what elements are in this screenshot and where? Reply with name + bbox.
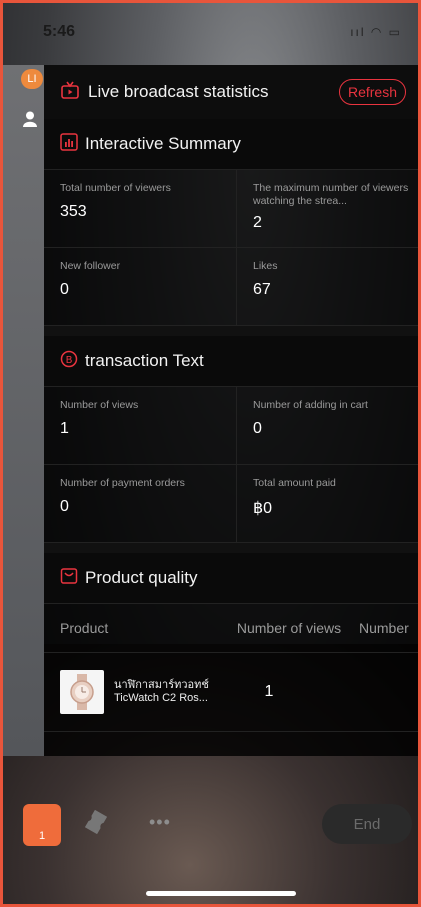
stat-label: Total amount paid: [253, 477, 336, 489]
bottom-toolbar: 1 ••• End: [3, 794, 418, 856]
stat-label: New follower: [60, 260, 121, 272]
shopping-bag-icon: [60, 567, 78, 590]
coupon-icon[interactable]: [84, 809, 108, 835]
stat-label: Number of payment orders: [60, 477, 185, 489]
stat-label: The maximum number of viewers watching t…: [253, 182, 409, 207]
section-divider: [44, 543, 418, 553]
stat-label: Total number of viewers: [60, 182, 171, 194]
end-button[interactable]: End: [322, 804, 412, 844]
product-name-line1: นาฬิกาสมาร์ทวอทช์: [114, 679, 209, 691]
left-background-strip: [3, 65, 44, 756]
baht-coin-icon: B: [60, 350, 78, 373]
interactive-summary-header: Interactive Summary: [44, 119, 418, 170]
stat-value: 0: [253, 420, 262, 437]
status-time: 5:46: [43, 23, 76, 40]
stat-value: 67: [253, 281, 271, 298]
refresh-button[interactable]: Refresh: [338, 79, 406, 105]
product-name-line2: TicWatch C2 Ros...: [114, 692, 208, 704]
stat-views: Number of views 1: [44, 387, 237, 465]
status-bar: 5:46 ııl ◠ ▭: [3, 3, 418, 61]
user-icon[interactable]: [23, 111, 37, 127]
column-product: Product: [60, 620, 109, 636]
cart-button[interactable]: 1: [23, 804, 61, 846]
stat-label: Number of adding in cart: [253, 399, 368, 411]
stat-add-to-cart: Number of adding in cart 0: [237, 387, 418, 465]
panel-title: Live broadcast statistics: [88, 82, 269, 101]
broadcast-icon: [60, 80, 80, 105]
stat-value: 2: [253, 214, 262, 231]
stat-new-follower: New follower 0: [44, 248, 237, 326]
stat-value: 1: [60, 420, 69, 437]
cart-count: 1: [38, 830, 46, 842]
statistics-panel: Live broadcast statistics Refresh Intera…: [44, 65, 418, 756]
stat-value: 353: [60, 203, 87, 220]
stat-total-viewers: Total number of viewers 353: [44, 170, 237, 248]
stat-label: Number of views: [60, 399, 139, 411]
bar-chart-icon: [60, 132, 78, 156]
product-quality-header: Product quality: [44, 553, 418, 604]
live-badge[interactable]: LI: [21, 69, 43, 89]
product-name: นาฬิกาสมาร์ทวอทช์ TicWatch C2 Ros...: [114, 679, 224, 705]
column-number: Number: [359, 620, 409, 636]
stat-amount-paid: Total amount paid ฿0: [237, 465, 418, 543]
svg-text:B: B: [66, 355, 73, 366]
stat-payment-orders: Number of payment orders 0: [44, 465, 237, 543]
product-views: 1: [264, 683, 274, 700]
interactive-summary-title: Interactive Summary: [85, 134, 241, 153]
product-table-header: Product Number of views Number: [44, 604, 418, 653]
section-divider: [44, 326, 418, 336]
status-icons: ııl ◠ ▭: [350, 25, 402, 39]
column-views: Number of views: [236, 620, 342, 636]
product-thumbnail: [60, 670, 104, 714]
transaction-header: B transaction Text: [44, 336, 418, 387]
product-quality-title: Product quality: [85, 568, 198, 587]
stat-label: Likes: [253, 260, 278, 272]
app-frame: 5:46 ııl ◠ ▭ LI Live broadcast statistic…: [0, 0, 421, 907]
more-options-button[interactable]: •••: [149, 812, 171, 833]
stat-likes: Likes 67: [237, 248, 418, 326]
stat-value: 0: [60, 498, 69, 515]
stat-value: 0: [60, 281, 69, 298]
interactive-summary-grid: Total number of viewers 353 The maximum …: [44, 170, 418, 326]
table-row[interactable]: นาฬิกาสมาร์ทวอทช์ TicWatch C2 Ros... 1: [44, 653, 418, 732]
stat-max-viewers: The maximum number of viewers watching t…: [237, 170, 418, 248]
home-indicator[interactable]: [146, 891, 296, 896]
panel-header: Live broadcast statistics Refresh: [44, 65, 418, 119]
transaction-grid: Number of views 1 Number of adding in ca…: [44, 387, 418, 543]
stat-value: ฿0: [253, 500, 273, 517]
transaction-title: transaction Text: [85, 351, 204, 370]
